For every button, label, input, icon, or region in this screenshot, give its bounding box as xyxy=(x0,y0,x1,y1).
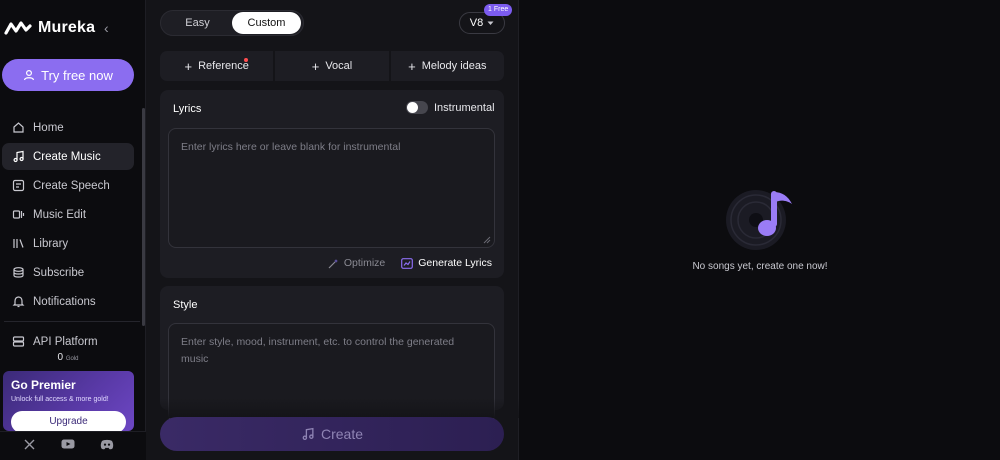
sidebar-item-label: Home xyxy=(33,121,64,134)
tab-melody-ideas[interactable]: + Melody ideas xyxy=(390,51,504,81)
lyrics-title: Lyrics xyxy=(173,103,202,115)
gold-unit: Gold xyxy=(65,356,79,362)
upgrade-button[interactable]: Upgrade xyxy=(11,411,126,431)
tab-label: Melody ideas xyxy=(421,60,487,72)
gold-balance: 0 Gold xyxy=(0,352,136,363)
style-placeholder: Enter style, mood, instrument, etc. to c… xyxy=(181,336,455,365)
collapse-sidebar-icon[interactable]: ‹ xyxy=(104,20,109,36)
plus-icon: + xyxy=(311,58,320,74)
music-note-icon xyxy=(302,427,314,441)
nav-divider xyxy=(4,321,140,322)
brand-logo[interactable]: Mureka xyxy=(4,18,95,38)
sidebar-item-api-platform[interactable]: API Platform xyxy=(2,328,134,355)
sidebar-item-label: Create Music xyxy=(33,150,101,163)
tab-label: Vocal xyxy=(325,60,353,72)
sidebar-item-label: Subscribe xyxy=(33,266,85,279)
sidebar-item-label: Create Speech xyxy=(33,179,110,192)
resize-handle-icon[interactable] xyxy=(483,236,491,244)
instrumental-toggle[interactable]: Instrumental xyxy=(406,101,495,114)
option-tabs: + Reference + Vocal + Melody ideas xyxy=(160,51,504,81)
panel-fade xyxy=(146,398,519,418)
tab-reference[interactable]: + Reference xyxy=(160,51,274,81)
model-version-value: V8 xyxy=(469,17,484,29)
instrumental-switch[interactable] xyxy=(406,101,428,114)
sidebar-item-create-music[interactable]: Create Music xyxy=(2,143,134,170)
lyrics-input[interactable]: Enter lyrics here or leave blank for ins… xyxy=(168,128,495,248)
mode-easy[interactable]: Easy xyxy=(163,12,232,34)
free-badge: 1 Free xyxy=(484,4,513,16)
create-label: Create xyxy=(320,426,364,442)
subscribe-icon xyxy=(13,267,24,278)
generate-lyrics-icon xyxy=(401,257,414,269)
sidebar-item-notifications[interactable]: Notifications xyxy=(2,288,134,315)
songs-area: No songs yet, create one now! xyxy=(520,0,1000,460)
new-indicator-dot xyxy=(244,58,248,62)
sidebar: Mureka ‹ Try free now Home Create Music … xyxy=(0,0,146,460)
social-links xyxy=(22,437,114,451)
optimize-button[interactable]: Optimize xyxy=(328,257,385,269)
create-button[interactable]: Create xyxy=(160,417,504,451)
plus-icon: + xyxy=(408,58,416,74)
vinyl-music-icon xyxy=(726,190,792,250)
plus-icon: + xyxy=(184,58,193,74)
sidebar-nav: Home Create Music Create Speech Music Ed… xyxy=(2,114,140,357)
mureka-logo-icon xyxy=(4,21,32,35)
tab-label: Reference xyxy=(198,60,249,72)
premier-subtitle: Unlock full access & more gold! xyxy=(11,396,109,403)
sidebar-item-subscribe[interactable]: Subscribe xyxy=(2,259,134,286)
brand-name: Mureka xyxy=(38,19,96,36)
style-card: Style Enter style, mood, instrument, etc… xyxy=(160,286,504,423)
magic-wand-icon xyxy=(328,258,338,268)
sidebar-item-library[interactable]: Library xyxy=(2,230,134,257)
speech-icon xyxy=(12,179,25,192)
style-title: Style xyxy=(173,299,198,311)
sidebar-item-music-edit[interactable]: Music Edit xyxy=(2,201,134,228)
music-edit-icon xyxy=(12,210,25,219)
api-server-icon xyxy=(12,336,25,347)
tab-vocal[interactable]: + Vocal xyxy=(275,51,389,81)
library-icon xyxy=(13,239,24,248)
optimize-label: Optimize xyxy=(343,257,386,269)
instrumental-label: Instrumental xyxy=(434,101,495,114)
generate-lyrics-button[interactable]: Generate Lyrics xyxy=(401,257,492,269)
sidebar-item-label: Notifications xyxy=(33,295,96,308)
sidebar-item-label: Library xyxy=(33,237,69,250)
try-free-label: Try free now xyxy=(41,67,113,83)
caret-down-icon xyxy=(487,21,494,25)
discord-icon[interactable] xyxy=(100,437,114,451)
lyrics-card: Lyrics Instrumental Enter lyrics here or… xyxy=(160,90,504,278)
empty-state-message: No songs yet, create one now! xyxy=(692,261,828,272)
create-panel: Easy Custom V8 1 Free + Reference + Voca… xyxy=(146,0,519,460)
sidebar-item-label: Music Edit xyxy=(33,208,87,221)
home-icon xyxy=(13,122,24,133)
generate-lyrics-label: Generate Lyrics xyxy=(418,257,492,269)
app-root: Mureka ‹ Try free now Home Create Music … xyxy=(0,0,1000,460)
premier-promo: Go Premier Unlock full access & more gol… xyxy=(3,371,134,431)
youtube-icon[interactable] xyxy=(61,437,75,451)
bell-icon xyxy=(12,296,25,308)
mode-toggle: Easy Custom xyxy=(160,10,304,36)
music-note-icon xyxy=(13,150,24,163)
sidebar-scrollbar[interactable] xyxy=(142,108,145,326)
sidebar-item-home[interactable]: Home xyxy=(2,114,134,141)
premier-title: Go Premier xyxy=(11,378,76,392)
mode-custom[interactable]: Custom xyxy=(232,12,301,34)
gold-value: 0 xyxy=(57,352,64,363)
lyrics-actions: Optimize Generate Lyrics xyxy=(328,257,492,269)
try-free-button[interactable]: Try free now xyxy=(2,59,134,91)
user-icon xyxy=(24,69,35,81)
lyrics-placeholder: Enter lyrics here or leave blank for ins… xyxy=(181,141,401,153)
sidebar-item-create-speech[interactable]: Create Speech xyxy=(2,172,134,199)
x-icon[interactable] xyxy=(22,437,36,451)
sidebar-item-label: API Platform xyxy=(33,335,98,348)
